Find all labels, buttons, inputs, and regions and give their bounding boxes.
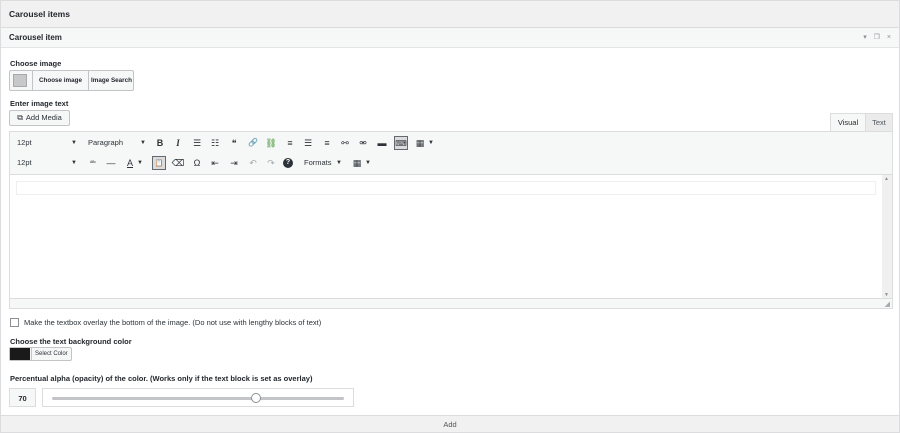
- strikethrough-icon[interactable]: ᴬᴮᶜ: [86, 156, 100, 170]
- toolbar-toggle-icon[interactable]: ⌨: [394, 136, 408, 150]
- enter-image-text-label: Enter image text: [10, 99, 69, 108]
- formats-menu[interactable]: Formats ▼: [301, 156, 345, 170]
- outdent-icon[interactable]: ⇤: [208, 156, 222, 170]
- chevron-down-icon: ▼: [140, 140, 146, 146]
- editor-paragraph[interactable]: [16, 181, 876, 195]
- help-icon[interactable]: ?: [283, 158, 293, 168]
- formats-label: Formats: [304, 158, 332, 167]
- choose-image-button[interactable]: Choose image: [32, 71, 88, 90]
- choose-image-label: Choose image: [10, 59, 62, 68]
- copy-icon[interactable]: ❐: [874, 34, 880, 41]
- bg-color-label: Choose the text background color: [10, 337, 132, 346]
- chevron-down-icon[interactable]: ▼: [136, 156, 144, 170]
- horizontal-line-icon[interactable]: —: [104, 156, 118, 170]
- grid-icon[interactable]: ▦: [413, 136, 427, 150]
- add-media-label: Add Media: [25, 113, 62, 123]
- color-swatch[interactable]: [10, 348, 30, 360]
- overlay-checkbox[interactable]: [10, 318, 19, 327]
- image-search-button[interactable]: Image Search: [88, 71, 134, 90]
- clear-formatting-icon[interactable]: ⌫: [171, 156, 185, 170]
- insert-link-icon[interactable]: ⚯: [338, 136, 352, 150]
- carousel-item-header[interactable]: Carousel item ▾ ❐ ×: [1, 28, 899, 48]
- color-picker[interactable]: Select Color: [9, 347, 72, 361]
- chevron-down-icon: ▼: [71, 160, 77, 166]
- table-icon[interactable]: ▦: [350, 156, 364, 170]
- tab-text[interactable]: Text: [865, 113, 893, 131]
- carousel-items-panel: Carousel items Carousel item ▾ ❐ × Choos…: [0, 0, 900, 433]
- media-icon: ⧉: [17, 113, 23, 122]
- redo-icon[interactable]: ↷: [264, 156, 278, 170]
- add-media-button[interactable]: ⧉ Add Media: [9, 110, 70, 126]
- image-chooser: Choose image Image Search: [9, 70, 134, 91]
- select-color-button[interactable]: Select Color: [31, 348, 68, 360]
- alpha-slider[interactable]: [42, 388, 354, 407]
- close-icon[interactable]: ×: [887, 34, 891, 41]
- format-value: Paragraph: [88, 138, 124, 147]
- chevron-down-icon[interactable]: ▼: [364, 156, 372, 170]
- align-left-icon[interactable]: ≡: [283, 136, 297, 150]
- numbered-list-icon[interactable]: ☷: [208, 136, 222, 150]
- overlay-checkbox-label: Make the textbox overlay the bottom of t…: [24, 318, 322, 327]
- editor-toolbar: 12pt ▼ Paragraph ▼ B I ☰ ☷ ❝ 🔗 ⛓ ≡ ☰ ≡ ⚯…: [10, 132, 892, 175]
- read-more-icon[interactable]: ▬: [375, 136, 389, 150]
- editor-content-area[interactable]: [10, 175, 892, 299]
- item-title: Carousel item: [9, 33, 62, 42]
- undo-icon[interactable]: ↶: [246, 156, 260, 170]
- panel-title: Carousel items: [1, 1, 899, 28]
- rich-text-editor: 12pt ▼ Paragraph ▼ B I ☰ ☷ ❝ 🔗 ⛓ ≡ ☰ ≡ ⚯…: [9, 131, 893, 309]
- add-item-button[interactable]: Add: [1, 415, 899, 432]
- editor-statusbar: ◢: [10, 298, 892, 308]
- link-icon[interactable]: 🔗: [246, 136, 260, 150]
- text-color-icon[interactable]: A: [123, 156, 137, 170]
- alpha-value: 70: [9, 388, 36, 407]
- italic-icon[interactable]: I: [171, 136, 185, 150]
- chevron-down-icon: ▼: [336, 160, 342, 166]
- indent-icon[interactable]: ⇥: [227, 156, 241, 170]
- chevron-down-icon: ▼: [71, 140, 77, 146]
- chevron-down-icon[interactable]: ▼: [427, 136, 435, 150]
- resize-grip-icon[interactable]: ◢: [885, 300, 890, 308]
- format-select[interactable]: Paragraph ▼: [85, 136, 149, 150]
- item-tools: ▾ ❐ ×: [858, 28, 891, 48]
- unlink-icon[interactable]: ⛓: [264, 136, 278, 150]
- font-size-select[interactable]: 12pt ▼: [14, 136, 80, 150]
- align-center-icon[interactable]: ☰: [301, 136, 315, 150]
- special-character-icon[interactable]: Ω: [190, 156, 204, 170]
- font-size-value-2: 12pt: [17, 158, 32, 167]
- font-size-value: 12pt: [17, 138, 32, 147]
- font-size-select-2[interactable]: 12pt ▼: [14, 156, 80, 170]
- align-right-icon[interactable]: ≡: [320, 136, 334, 150]
- slider-track[interactable]: [52, 397, 344, 400]
- bold-icon[interactable]: B: [153, 136, 167, 150]
- image-placeholder-icon[interactable]: [13, 74, 27, 87]
- slider-handle[interactable]: [251, 393, 262, 403]
- remove-link-icon[interactable]: ⚮: [356, 136, 370, 150]
- blockquote-icon[interactable]: ❝: [227, 136, 241, 150]
- collapse-icon[interactable]: ▾: [863, 34, 867, 41]
- scroll-up-icon[interactable]: ▲: [884, 176, 889, 182]
- alpha-label: Percentual alpha (opacity) of the color.…: [10, 374, 313, 383]
- editor-scrollbar[interactable]: ▲ ▼: [882, 175, 892, 299]
- bullet-list-icon[interactable]: ☰: [190, 136, 204, 150]
- tab-visual[interactable]: Visual: [830, 113, 866, 131]
- paste-text-icon[interactable]: 📋: [152, 156, 166, 170]
